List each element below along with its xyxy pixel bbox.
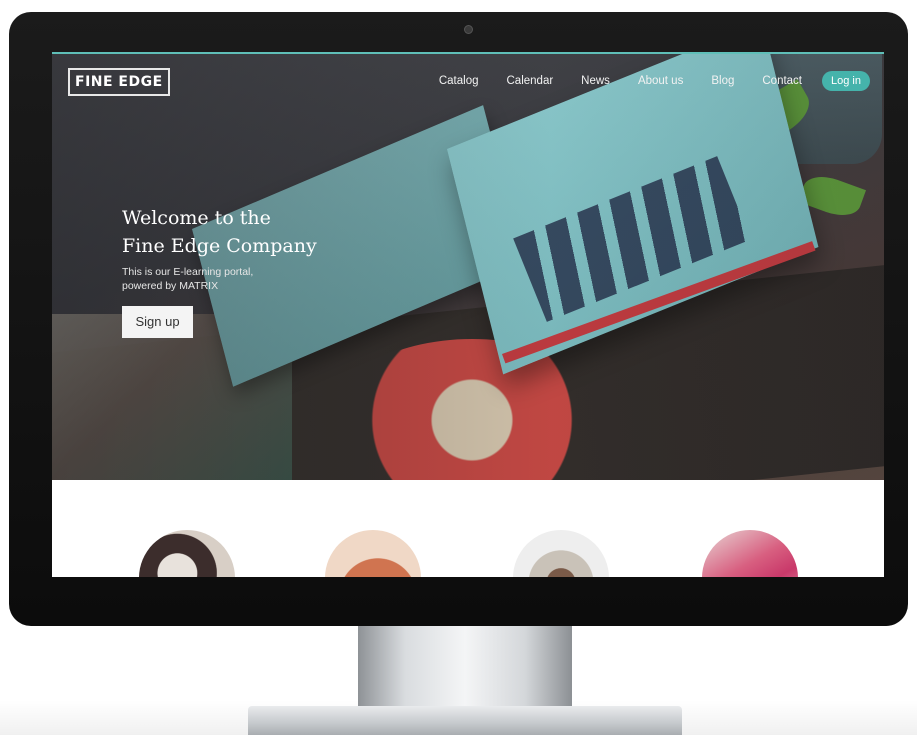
hero-title: Welcome to the Fine Edge Company <box>122 204 422 260</box>
feature-thumbnail-image[interactable] <box>139 530 235 577</box>
monitor-stand-base <box>248 706 682 735</box>
feature-thumbnail-image[interactable] <box>325 530 421 577</box>
nav-link-news[interactable]: News <box>581 75 610 87</box>
monitor-screen: FINE EDGE Catalog Calendar News About us… <box>52 52 884 577</box>
monitor-stand <box>358 626 572 714</box>
nav-link-calendar[interactable]: Calendar <box>507 75 554 87</box>
nav-link-catalog[interactable]: Catalog <box>439 75 479 87</box>
feature-thumbnail-image[interactable] <box>513 530 609 577</box>
webcam-icon <box>464 25 473 34</box>
hero-subtitle: This is our E-learning portal, powered b… <box>122 265 342 293</box>
main-nav: Catalog Calendar News About us Blog Cont… <box>411 71 870 91</box>
hero-banner: FINE EDGE Catalog Calendar News About us… <box>52 52 884 482</box>
site-logo[interactable]: FINE EDGE <box>68 68 170 96</box>
signup-button[interactable]: Sign up <box>122 306 193 338</box>
hero-subtitle-line: This is our E-learning portal, <box>122 266 254 278</box>
feature-thumbnails <box>52 480 884 577</box>
hero-title-line: Welcome to the <box>122 207 271 229</box>
hero-subtitle-line: powered by MATRIX <box>122 280 219 292</box>
nav-link-blog[interactable]: Blog <box>711 75 734 87</box>
nav-link-contact[interactable]: Contact <box>762 75 802 87</box>
hero-title-line: Fine Edge Company <box>122 235 317 257</box>
nav-link-about-us[interactable]: About us <box>638 75 683 87</box>
login-button[interactable]: Log in <box>822 71 870 91</box>
feature-thumbnail-image[interactable] <box>702 530 798 577</box>
